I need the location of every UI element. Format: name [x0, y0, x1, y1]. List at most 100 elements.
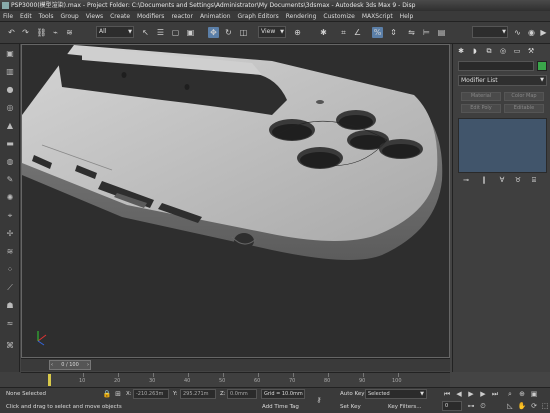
- helper-icon[interactable]: ✢: [4, 228, 16, 240]
- make-unique-icon[interactable]: ∀: [497, 176, 507, 185]
- pin-stack-icon[interactable]: ⊸: [461, 176, 471, 185]
- pan-icon[interactable]: ✋: [517, 401, 527, 411]
- add-time-tag[interactable]: Add Time Tag: [262, 404, 299, 410]
- editable-button[interactable]: Editable: [504, 104, 544, 113]
- previous-frame-icon[interactable]: ◀: [454, 389, 464, 399]
- menu-help[interactable]: Help: [400, 13, 414, 20]
- align-icon[interactable]: ⊨: [421, 27, 432, 38]
- material-editor-icon[interactable]: ◉: [526, 27, 537, 38]
- select-object-icon[interactable]: ↖: [140, 27, 151, 38]
- named-selection-dropdown[interactable]: ▼: [472, 26, 508, 38]
- next-frame-icon[interactable]: ▶: [478, 389, 488, 399]
- motion-tab-icon[interactable]: ◎: [498, 46, 508, 56]
- object-name-field[interactable]: [458, 61, 534, 71]
- menu-customize[interactable]: Customize: [323, 13, 355, 20]
- undo-icon[interactable]: ↶: [6, 27, 17, 38]
- menu-file[interactable]: File: [3, 13, 13, 20]
- menu-graph-editors[interactable]: Graph Editors: [238, 13, 279, 20]
- select-and-move-icon[interactable]: ✥: [208, 27, 219, 38]
- curve-editor-icon[interactable]: ∿: [512, 27, 523, 38]
- configure-sets-icon[interactable]: ⌸: [529, 176, 539, 185]
- key-mode-toggle-icon[interactable]: ⊶: [466, 401, 476, 411]
- set-key-button[interactable]: Set Key: [340, 404, 361, 410]
- percent-snap-icon[interactable]: %: [372, 27, 383, 38]
- hierarchy-tab-icon[interactable]: ⧉: [484, 46, 494, 56]
- light-icon[interactable]: ✺: [4, 192, 16, 204]
- selection-filter-dropdown[interactable]: All ▼: [96, 26, 134, 38]
- bind-space-warp-icon[interactable]: ≋: [64, 27, 75, 38]
- box-icon[interactable]: ▣: [4, 48, 16, 60]
- spinner-snap-icon[interactable]: ⇕: [388, 27, 399, 38]
- go-to-end-icon[interactable]: ⏭: [490, 389, 500, 399]
- modify-tab-icon[interactable]: ◗: [470, 46, 480, 56]
- menu-modifiers[interactable]: Modifiers: [137, 13, 164, 20]
- arc-rotate-icon[interactable]: ⟳: [529, 401, 539, 411]
- object-color-swatch[interactable]: [537, 61, 547, 71]
- go-to-start-icon[interactable]: ⏮: [442, 389, 452, 399]
- auto-key-button[interactable]: Auto Key: [340, 391, 365, 397]
- field-of-view-icon[interactable]: ◺: [505, 401, 515, 411]
- menu-group[interactable]: Group: [60, 13, 78, 20]
- zoom-icon[interactable]: ⌕: [505, 389, 515, 399]
- z-coordinate-field[interactable]: 0.0mm: [227, 389, 257, 399]
- menu-tools[interactable]: Tools: [39, 13, 54, 20]
- menu-animation[interactable]: Animation: [200, 13, 231, 20]
- menu-rendering[interactable]: Rendering: [286, 13, 317, 20]
- y-coordinate-field[interactable]: 295.271m: [180, 389, 216, 399]
- snaps-toggle-icon[interactable]: ⌗: [338, 27, 349, 38]
- time-slider-handle[interactable]: ‹ 0 / 100 ›: [49, 360, 91, 370]
- sphere-icon[interactable]: ●: [4, 84, 16, 96]
- time-config-icon[interactable]: ⏲: [478, 401, 488, 411]
- time-slider[interactable]: ‹ 0 / 100 ›: [21, 358, 450, 371]
- select-manipulate-icon[interactable]: ✱: [318, 27, 329, 38]
- reference-coord-dropdown[interactable]: View ▼: [258, 26, 286, 38]
- bone-icon[interactable]: ⟋: [4, 282, 16, 294]
- zoom-extents-icon[interactable]: ▣: [529, 389, 539, 399]
- create-tab-icon[interactable]: ✱: [456, 46, 466, 56]
- perspective-viewport[interactable]: [21, 44, 450, 358]
- rectangular-selection-icon[interactable]: ▢: [170, 27, 181, 38]
- select-and-scale-icon[interactable]: ◫: [238, 27, 249, 38]
- select-by-name-icon[interactable]: ☰: [155, 27, 166, 38]
- pivot-center-icon[interactable]: ⊕: [292, 27, 303, 38]
- angle-snap-icon[interactable]: ∠: [352, 27, 363, 38]
- render-icon[interactable]: ▶: [538, 27, 549, 38]
- key-filters-button[interactable]: Key Filters...: [388, 404, 421, 410]
- redo-icon[interactable]: ↷: [20, 27, 31, 38]
- current-frame-field[interactable]: 0: [442, 401, 462, 411]
- zoom-all-icon[interactable]: ⊕: [517, 389, 527, 399]
- space-warp-icon[interactable]: ≋: [4, 246, 16, 258]
- modifier-list-dropdown[interactable]: Modifier List ▼: [458, 75, 547, 86]
- hair-icon[interactable]: ≈: [4, 318, 16, 330]
- x-coordinate-field[interactable]: -210.263m: [133, 389, 169, 399]
- remove-modifier-icon[interactable]: ♉: [513, 176, 523, 185]
- camera-icon[interactable]: ⌖: [4, 210, 16, 222]
- select-link-icon[interactable]: ⛓: [36, 27, 47, 38]
- window-crossing-icon[interactable]: ▣: [185, 27, 196, 38]
- app-icon[interactable]: [2, 2, 9, 9]
- tube-icon[interactable]: ◍: [4, 156, 16, 168]
- modifier-stack-list[interactable]: [458, 118, 547, 173]
- biped-icon[interactable]: ☗: [4, 300, 16, 312]
- utilities-tab-icon[interactable]: ⚒: [526, 46, 536, 56]
- unlink-icon[interactable]: ⌁: [50, 27, 61, 38]
- particle-icon[interactable]: ⁘: [4, 264, 16, 276]
- key-mode-dropdown[interactable]: Selected ▼: [365, 389, 427, 399]
- shape-icon[interactable]: ✎: [4, 174, 16, 186]
- menu-maxscript[interactable]: MAXScript: [362, 13, 393, 20]
- maximize-viewport-icon[interactable]: ⬚: [540, 401, 550, 411]
- play-icon[interactable]: ▶: [466, 389, 476, 399]
- key-icon[interactable]: ⚷: [314, 395, 324, 405]
- track-bar[interactable]: 10 20 30 40 50 60 70 80 90 100: [21, 372, 450, 387]
- current-frame-marker[interactable]: [48, 374, 51, 386]
- menu-views[interactable]: Views: [86, 13, 103, 20]
- select-and-rotate-icon[interactable]: ↻: [223, 27, 234, 38]
- menu-create[interactable]: Create: [110, 13, 130, 20]
- display-tab-icon[interactable]: ▭: [512, 46, 522, 56]
- torus-icon[interactable]: ◎: [4, 102, 16, 114]
- absolute-mode-icon[interactable]: ⊞: [113, 389, 123, 399]
- cone-icon[interactable]: ▲: [4, 120, 16, 132]
- scripts-icon[interactable]: ⌘: [4, 340, 16, 352]
- lock-selection-icon[interactable]: 🔒: [102, 389, 112, 399]
- material-button[interactable]: Material: [461, 92, 501, 101]
